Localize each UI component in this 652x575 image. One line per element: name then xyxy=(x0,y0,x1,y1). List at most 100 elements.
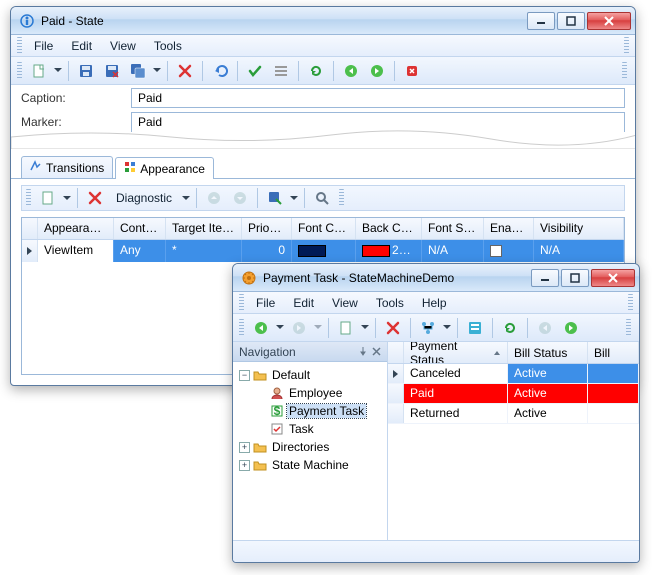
view-icon[interactable] xyxy=(464,317,486,339)
tree-node-state-machine[interactable]: +State Machine xyxy=(237,456,383,474)
cell-visibility[interactable]: N/A xyxy=(534,240,624,262)
grid-row[interactable]: CanceledActive xyxy=(388,364,639,384)
cell-appearance[interactable]: ViewItem xyxy=(38,240,114,262)
col-priority[interactable]: Priority xyxy=(242,218,292,239)
overflow-grip-icon[interactable] xyxy=(624,37,629,55)
close-button[interactable] xyxy=(587,12,631,30)
cell-priority[interactable]: 0 xyxy=(242,240,292,262)
cell-fontstyle[interactable]: N/A xyxy=(422,240,484,262)
cell-payment-status[interactable]: Returned xyxy=(404,404,508,423)
grip-icon[interactable] xyxy=(17,62,22,80)
delete-icon[interactable] xyxy=(174,60,196,82)
diagnostic-menu[interactable]: Diagnostic xyxy=(110,189,178,207)
refresh-icon[interactable] xyxy=(499,317,521,339)
caption-input[interactable]: Paid xyxy=(131,88,625,108)
list-icon[interactable] xyxy=(270,60,292,82)
cell-context[interactable]: Any xyxy=(114,240,166,262)
maximize-button[interactable] xyxy=(561,269,589,287)
prev-icon[interactable] xyxy=(340,60,362,82)
col-enabled[interactable]: Enabled xyxy=(484,218,534,239)
new-rule-icon[interactable] xyxy=(37,187,59,209)
col-bill-status[interactable]: Bill Status xyxy=(508,342,588,363)
new-rule-dropdown[interactable] xyxy=(63,187,71,209)
menu-view[interactable]: View xyxy=(102,37,144,55)
diagram-icon[interactable] xyxy=(417,317,439,339)
checkbox-icon[interactable] xyxy=(490,245,502,257)
menu-file[interactable]: File xyxy=(26,37,61,55)
menu-view[interactable]: View xyxy=(324,294,366,312)
minimize-button[interactable] xyxy=(527,12,555,30)
col-fontstyle[interactable]: Font Style xyxy=(422,218,484,239)
delete-rule-icon[interactable] xyxy=(84,187,106,209)
col-payment-status[interactable]: Payment Status xyxy=(404,342,508,363)
validate-icon[interactable] xyxy=(244,60,266,82)
cell-bill[interactable] xyxy=(588,384,639,403)
cell-bill-status[interactable]: Active xyxy=(508,404,588,423)
collapse-icon[interactable]: − xyxy=(239,370,250,381)
overflow-grip-icon[interactable] xyxy=(339,189,344,207)
col-target[interactable]: Target Items xyxy=(166,218,242,239)
diagnostic-dropdown[interactable] xyxy=(182,187,190,209)
tree-node-payment-task[interactable]: $Payment Task xyxy=(237,402,383,420)
grip-icon[interactable] xyxy=(26,189,31,207)
menu-file[interactable]: File xyxy=(248,294,283,312)
cell-bill-status[interactable]: Active xyxy=(508,384,588,403)
export-dropdown[interactable] xyxy=(290,187,298,209)
col-appearance[interactable]: Appearanc... xyxy=(38,218,114,239)
grid-row[interactable]: ReturnedActive xyxy=(388,404,639,424)
close-panel-icon[interactable] xyxy=(372,345,381,359)
col-backcolor[interactable]: Back Color xyxy=(356,218,422,239)
tree-node-task[interactable]: Task xyxy=(237,420,383,438)
cell-backcolor[interactable]: 25... xyxy=(356,240,422,262)
stop-icon[interactable] xyxy=(401,60,423,82)
col-bill[interactable]: Bill xyxy=(588,342,639,363)
col-context[interactable]: Context xyxy=(114,218,166,239)
grid-row[interactable]: ViewItem Any * 0 25... N/A N/A xyxy=(22,240,624,262)
overflow-grip-icon[interactable] xyxy=(628,294,633,312)
new-dropdown[interactable] xyxy=(361,317,369,339)
tab-appearance[interactable]: Appearance xyxy=(115,157,214,179)
menu-help[interactable]: Help xyxy=(414,294,455,312)
maximize-button[interactable] xyxy=(557,12,585,30)
refresh-icon[interactable] xyxy=(305,60,327,82)
grip-icon[interactable] xyxy=(239,319,244,337)
menu-tools[interactable]: Tools xyxy=(146,37,190,55)
close-button[interactable] xyxy=(591,269,635,287)
tree-node-directories[interactable]: +Directories xyxy=(237,438,383,456)
grip-icon[interactable] xyxy=(17,37,22,55)
expand-icon[interactable]: + xyxy=(239,442,250,453)
cell-target[interactable]: * xyxy=(166,240,242,262)
export-icon[interactable] xyxy=(264,187,286,209)
grid-row[interactable]: PaidActive xyxy=(388,384,639,404)
cell-bill-status[interactable]: Active xyxy=(508,364,588,383)
undo-icon[interactable] xyxy=(209,60,231,82)
menu-edit[interactable]: Edit xyxy=(63,37,100,55)
col-visibility[interactable]: Visibility xyxy=(534,218,624,239)
cell-fontcolor[interactable] xyxy=(292,240,356,262)
delete-icon[interactable] xyxy=(382,317,404,339)
grip-icon[interactable] xyxy=(239,294,244,312)
cell-payment-status[interactable]: Canceled xyxy=(404,364,508,383)
save-as-icon[interactable] xyxy=(127,60,149,82)
titlebar[interactable]: Paid - State xyxy=(11,7,635,35)
expand-icon[interactable]: + xyxy=(239,460,250,471)
data-grid[interactable]: Payment Status Bill Status Bill Canceled… xyxy=(388,342,639,540)
menu-edit[interactable]: Edit xyxy=(285,294,322,312)
nav-back-dropdown[interactable] xyxy=(276,317,284,339)
next-record-icon[interactable] xyxy=(560,317,582,339)
save-icon[interactable] xyxy=(75,60,97,82)
save-as-dropdown[interactable] xyxy=(153,60,161,82)
overflow-grip-icon[interactable] xyxy=(622,62,627,80)
next-icon[interactable] xyxy=(366,60,388,82)
cell-payment-status[interactable]: Paid xyxy=(404,384,508,403)
save-close-icon[interactable] xyxy=(101,60,123,82)
new-icon[interactable] xyxy=(335,317,357,339)
tab-transitions[interactable]: Transitions xyxy=(21,156,113,178)
titlebar[interactable]: Payment Task - StateMachineDemo xyxy=(233,264,639,292)
minimize-button[interactable] xyxy=(531,269,559,287)
nav-back-icon[interactable] xyxy=(250,317,272,339)
menu-tools[interactable]: Tools xyxy=(368,294,412,312)
preview-icon[interactable] xyxy=(311,187,333,209)
cell-bill[interactable] xyxy=(588,404,639,423)
tree-node-default[interactable]: −Default xyxy=(237,366,383,384)
